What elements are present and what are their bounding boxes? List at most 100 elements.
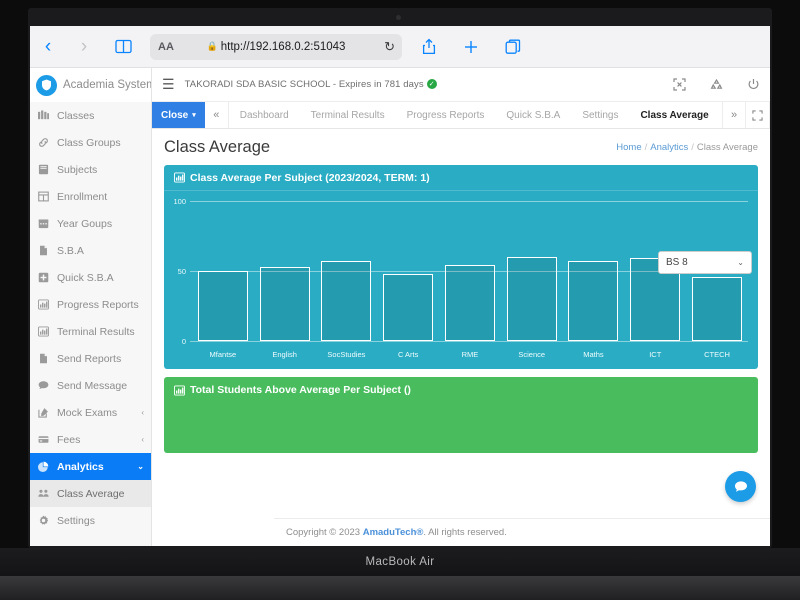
breadcrumb: Home / Analytics / Class Average: [616, 142, 758, 153]
back-button[interactable]: ‹: [30, 36, 66, 58]
chart-bar[interactable]: [197, 271, 248, 341]
sidebar-item-terminal-results[interactable]: Terminal Results: [30, 318, 151, 345]
tabs-scroll-right-button[interactable]: »: [722, 102, 746, 128]
x-axis-tick-label: Maths: [583, 349, 604, 359]
footer-copyright-prefix: Copyright © 2023: [286, 527, 361, 538]
sidebar-icon[interactable]: [102, 39, 144, 54]
web-application: Academia System Classes Class Groups Sub…: [30, 68, 770, 546]
bar-chart-icon: [174, 172, 185, 183]
y-axis-tick-label: 0: [181, 337, 186, 346]
edit-icon: [37, 407, 50, 418]
sidebar-item-subjects[interactable]: Subjects: [30, 156, 151, 183]
sidebar-item-progress-reports[interactable]: Progress Reports: [30, 291, 151, 318]
tab-quick-sba[interactable]: Quick S.B.A: [495, 102, 571, 128]
brand[interactable]: Academia System: [30, 68, 151, 102]
bar-chart-icon: [174, 384, 185, 396]
tabs-scroll-left-button[interactable]: «: [205, 102, 229, 128]
chart-bar-wrap: [568, 191, 619, 341]
sidebar-item-send-reports[interactable]: Send Reports: [30, 345, 151, 372]
chart-card-header: Class Average Per Subject (2023/2024, TE…: [164, 165, 758, 191]
sidebar-item-send-message[interactable]: Send Message: [30, 372, 151, 399]
tab-settings[interactable]: Settings: [571, 102, 629, 128]
comment-icon: [37, 380, 50, 391]
sidebar-item-fees[interactable]: Fees ‹: [30, 426, 151, 453]
sidebar-item-classes[interactable]: Classes: [30, 102, 151, 129]
tab-label: Terminal Results: [310, 109, 385, 121]
chart-bar-wrap: [321, 191, 372, 341]
sidebar-item-mock-exams[interactable]: Mock Exams ‹: [30, 399, 151, 426]
x-axis-tick-label: C Arts: [397, 349, 419, 359]
close-button[interactable]: Close ▾: [152, 102, 205, 128]
device-chin: MacBook Air: [0, 548, 800, 576]
sidebar-item-label: Send Message: [57, 379, 128, 392]
x-axis-tick-label: CTECH: [704, 349, 730, 359]
chart-bar-wrap: [259, 191, 310, 341]
pie-chart-icon: [37, 461, 50, 472]
hamburger-icon[interactable]: ☰: [162, 76, 175, 93]
chart-bar[interactable]: [444, 265, 495, 341]
sidebar-item-analytics[interactable]: Analytics ⌄: [30, 453, 151, 480]
sidebar-item-quick-sba[interactable]: Quick S.B.A: [30, 264, 151, 291]
sidebar-item-class-average[interactable]: Class Average: [30, 480, 151, 507]
grid-icon: [37, 191, 50, 202]
calendar-icon: [37, 218, 50, 229]
class-average-chart: 0 50 100 Mfantse English SocStudies C Arts RME S…: [164, 191, 758, 369]
tab-dashboard[interactable]: Dashboard: [229, 102, 300, 128]
chart-bar[interactable]: [383, 273, 434, 341]
chart-bar[interactable]: [321, 261, 372, 341]
forward-button[interactable]: ›: [66, 36, 102, 58]
breadcrumb-analytics[interactable]: Analytics: [650, 142, 688, 153]
sidebar-item-label: Send Reports: [57, 352, 122, 365]
chart-bar-wrap: [506, 191, 557, 341]
bar-chart-icon: [37, 299, 50, 310]
class-select-dropdown[interactable]: BS 8 ⌄: [658, 251, 752, 274]
sidebar-item-label: Year Goups: [57, 217, 113, 230]
chat-bubble-icon[interactable]: [725, 471, 756, 502]
footer-brand-link[interactable]: AmaduTech®: [363, 527, 424, 538]
breadcrumb-separator: /: [644, 141, 648, 153]
text-size-button[interactable]: AA: [158, 41, 174, 53]
webcam-dot: [396, 15, 401, 20]
breadcrumb-home[interactable]: Home: [616, 142, 641, 153]
tab-strip: Close ▾ « Dashboard Terminal Results Pro…: [152, 102, 770, 129]
reload-icon[interactable]: ↻: [384, 39, 395, 55]
sidebar-item-class-groups[interactable]: Class Groups: [30, 129, 151, 156]
chevron-down-icon: ⌄: [137, 462, 144, 471]
address-bar[interactable]: AA 🔒 http://192.168.0.2:51043 ↻: [150, 33, 402, 60]
chart-bar[interactable]: [506, 257, 557, 341]
x-axis-tick-label: Mfantse: [209, 349, 237, 359]
sidebar-item-label: Mock Exams: [57, 406, 118, 419]
sidebar-item-year-groups[interactable]: Year Goups: [30, 210, 151, 237]
file-icon: [37, 353, 50, 364]
breadcrumb-separator: /: [691, 141, 694, 153]
sidebar-item-settings[interactable]: Settings: [30, 507, 151, 534]
fullscreen-icon[interactable]: [746, 102, 770, 128]
sidebar-item-enrollment[interactable]: Enrollment: [30, 183, 151, 210]
file-icon: [37, 245, 50, 256]
sidebar-item-label: Analytics: [57, 460, 104, 473]
chart-bar[interactable]: [259, 266, 310, 341]
chevron-left-icon: ‹: [141, 435, 144, 444]
sidebar-item-label: Class Groups: [57, 136, 121, 149]
tab-class-average[interactable]: Class Average: [629, 102, 719, 128]
expand-icon[interactable]: [673, 78, 686, 91]
sidebar-item-sba[interactable]: S.B.A: [30, 237, 151, 264]
chevron-left-icon: ‹: [141, 408, 144, 417]
lock-icon: 🔒: [206, 41, 218, 51]
share-icon[interactable]: [408, 38, 450, 55]
power-icon[interactable]: [747, 78, 760, 91]
chart-bar[interactable]: [568, 261, 619, 341]
footer: Copyright © 2023 AmaduTech®. All rights …: [274, 518, 770, 546]
shield-logo-icon: [36, 74, 57, 96]
recycle-icon[interactable]: [710, 78, 723, 91]
new-tab-icon[interactable]: [450, 39, 492, 55]
tab-label: Dashboard: [239, 109, 289, 121]
show-tabs-icon[interactable]: [492, 39, 534, 55]
breadcrumb-current: Class Average: [696, 141, 758, 153]
tab-progress-reports[interactable]: Progress Reports: [396, 102, 496, 128]
users-icon: [37, 488, 50, 499]
url-text: http://192.168.0.2:51043: [220, 40, 346, 53]
chart-bar[interactable]: [691, 276, 743, 341]
x-axis-labels: Mfantse English SocStudies C Arts RME Science…: [192, 347, 748, 361]
tab-terminal-results[interactable]: Terminal Results: [300, 102, 396, 128]
